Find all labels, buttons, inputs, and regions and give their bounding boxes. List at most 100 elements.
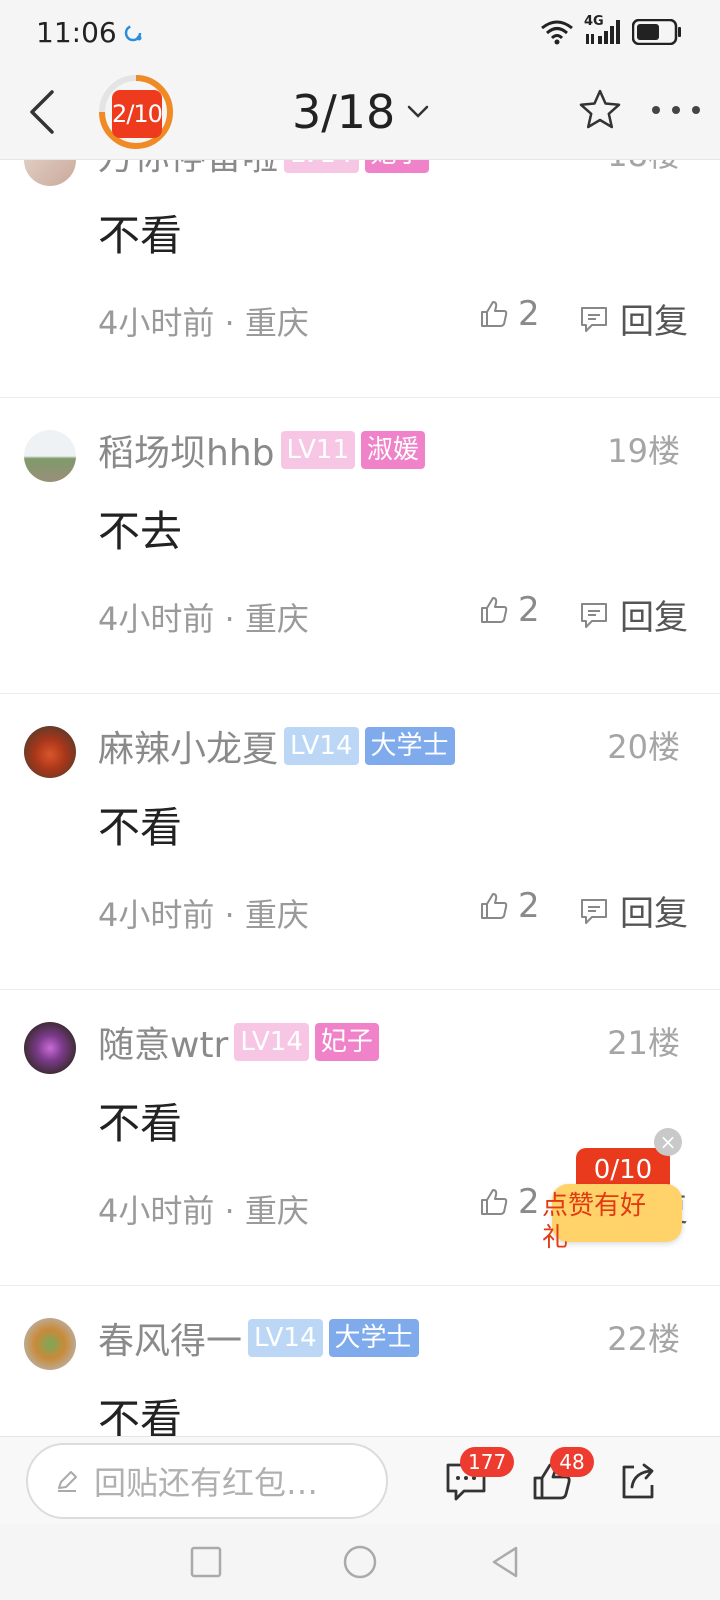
title-badge: 大学士 xyxy=(328,1319,419,1357)
comment-meta: 4小时前 · 重庆 xyxy=(98,594,309,640)
progress-badge[interactable]: 2/10 xyxy=(112,90,162,138)
like-count: 2 xyxy=(518,590,540,630)
cellular-signal-icon: 4G xyxy=(584,14,622,46)
like-button[interactable]: 2 xyxy=(478,886,540,926)
pencil-icon xyxy=(58,1471,77,1492)
username[interactable]: 随意wtr xyxy=(98,1016,228,1068)
comment-count-badge: 177 xyxy=(460,1447,515,1477)
avatar[interactable] xyxy=(24,726,76,778)
bottom-action-bar: 回贴还有红包… 177 48 xyxy=(0,1436,720,1524)
back-triangle-icon[interactable] xyxy=(486,1542,526,1582)
comments-button[interactable]: 177 xyxy=(444,1447,515,1503)
reply-bubble-icon xyxy=(581,306,607,332)
level-badge: LV14 xyxy=(284,727,359,765)
username[interactable]: 万你停留啦 xyxy=(98,160,278,180)
reply-button[interactable]: 回复 xyxy=(578,294,688,343)
meta-separator: · xyxy=(214,600,245,638)
meta-separator: · xyxy=(214,304,245,342)
home-icon[interactable] xyxy=(340,1542,380,1582)
comment-text: 不去 xyxy=(98,507,183,556)
floor-number: 20楼 xyxy=(607,728,680,766)
like-reward-promo[interactable]: 0/10 点赞有好礼 × xyxy=(542,1120,686,1253)
comment-item: 麻辣小龙夏 LV14 大学士 20楼 不看 4小时前 · 重庆 2 回复 xyxy=(0,694,720,990)
reply-button[interactable]: 回复 xyxy=(578,590,688,639)
share-button[interactable] xyxy=(616,1459,660,1503)
wifi-icon xyxy=(541,20,573,45)
like-count: 2 xyxy=(518,294,540,334)
like-post-button[interactable]: 48 xyxy=(530,1447,594,1503)
level-badge: LV14 xyxy=(248,1319,323,1357)
comment-text: 不看 xyxy=(98,1099,183,1148)
page-indicator-text: 3/18 xyxy=(292,85,396,139)
comment-location: 重庆 xyxy=(244,600,309,638)
username[interactable]: 春风得一 xyxy=(98,1312,242,1364)
floor-number: 19楼 xyxy=(607,432,680,470)
like-count-badge: 48 xyxy=(550,1447,594,1477)
username[interactable]: 稻场坝hhb xyxy=(98,424,275,476)
thumbs-up-icon xyxy=(481,1189,508,1215)
like-count: 2 xyxy=(518,886,540,926)
like-button[interactable]: 2 xyxy=(478,294,540,334)
comment-location: 重庆 xyxy=(244,1192,309,1230)
thumbs-up-icon xyxy=(481,301,508,327)
comment-item: 春风得一 LV14 大学士 22楼 不看 xyxy=(0,1286,720,1436)
avatar[interactable] xyxy=(24,1318,76,1370)
close-icon[interactable]: × xyxy=(654,1128,682,1156)
comment-time: 4小时前 xyxy=(98,600,215,638)
floor-number: 22楼 xyxy=(607,1320,680,1358)
reply-input[interactable]: 回贴还有红包… xyxy=(26,1443,388,1519)
comment-text: 不看 xyxy=(98,211,183,260)
recent-apps-icon[interactable] xyxy=(186,1542,226,1582)
comment-meta: 4小时前 · 重庆 xyxy=(98,890,309,936)
avatar[interactable] xyxy=(24,160,76,186)
chevron-down-icon xyxy=(408,105,429,118)
avatar[interactable] xyxy=(24,430,76,482)
level-badge: LV11 xyxy=(280,431,355,469)
more-options-icon[interactable] xyxy=(648,98,704,122)
comment-meta: 4小时前 · 重庆 xyxy=(98,1186,309,1232)
thumbs-up-icon xyxy=(481,893,508,919)
comment-time: 4小时前 xyxy=(98,1192,215,1230)
comment-item: 稻场坝hhb LV11 淑媛 19楼 不去 4小时前 · 重庆 2 回复 xyxy=(0,398,720,694)
level-badge: LV14 xyxy=(284,160,359,173)
like-button[interactable]: 2 xyxy=(478,590,540,630)
page-selector[interactable]: 3/18 xyxy=(292,82,431,142)
comment-item: 万你停留啦 LV14 妃子 18楼 不看 4小时前 · 重庆 2 回复 xyxy=(0,160,720,398)
favorite-star-icon[interactable] xyxy=(576,86,624,134)
comment-location: 重庆 xyxy=(244,896,309,934)
reply-label: 回复 xyxy=(620,302,688,342)
comment-meta: 4小时前 · 重庆 xyxy=(98,298,309,344)
title-badge: 淑媛 xyxy=(361,431,426,469)
battery-icon xyxy=(632,19,681,45)
top-nav-bar: 2/10 3/18 xyxy=(0,64,720,160)
avatar[interactable] xyxy=(24,1022,76,1074)
comment-text: 不看 xyxy=(98,1395,183,1436)
meta-separator: · xyxy=(214,1192,245,1230)
thumbs-up-icon xyxy=(481,597,508,623)
like-button[interactable]: 2 xyxy=(478,1182,540,1222)
status-icons: 4G xyxy=(540,14,682,46)
floor-number: 18楼 xyxy=(607,160,680,176)
reply-bubble-icon xyxy=(581,602,607,628)
reply-button[interactable]: 回复 xyxy=(578,886,688,935)
status-bar: 11:06 4G xyxy=(0,0,720,64)
meta-separator: · xyxy=(214,896,245,934)
reply-placeholder: 回贴还有红包… xyxy=(94,1464,319,1502)
sync-icon xyxy=(124,24,142,42)
promo-progress: 0/10 xyxy=(576,1148,670,1188)
title-badge: 妃子 xyxy=(364,160,429,173)
promo-text: 点赞有好礼 xyxy=(542,1191,647,1253)
reply-label: 回复 xyxy=(620,894,688,934)
reply-label: 回复 xyxy=(620,598,688,638)
title-badge: 大学士 xyxy=(364,727,455,765)
floor-number: 21楼 xyxy=(607,1024,680,1062)
username[interactable]: 麻辣小龙夏 xyxy=(98,720,278,772)
level-badge: LV14 xyxy=(234,1023,309,1061)
system-nav-bar xyxy=(0,1524,720,1600)
like-count: 2 xyxy=(518,1182,540,1222)
comment-location: 重庆 xyxy=(244,304,309,342)
comment-text: 不看 xyxy=(98,803,183,852)
reply-bubble-icon xyxy=(581,898,607,924)
share-icon xyxy=(622,1463,654,1499)
back-arrow-icon[interactable] xyxy=(18,84,74,140)
